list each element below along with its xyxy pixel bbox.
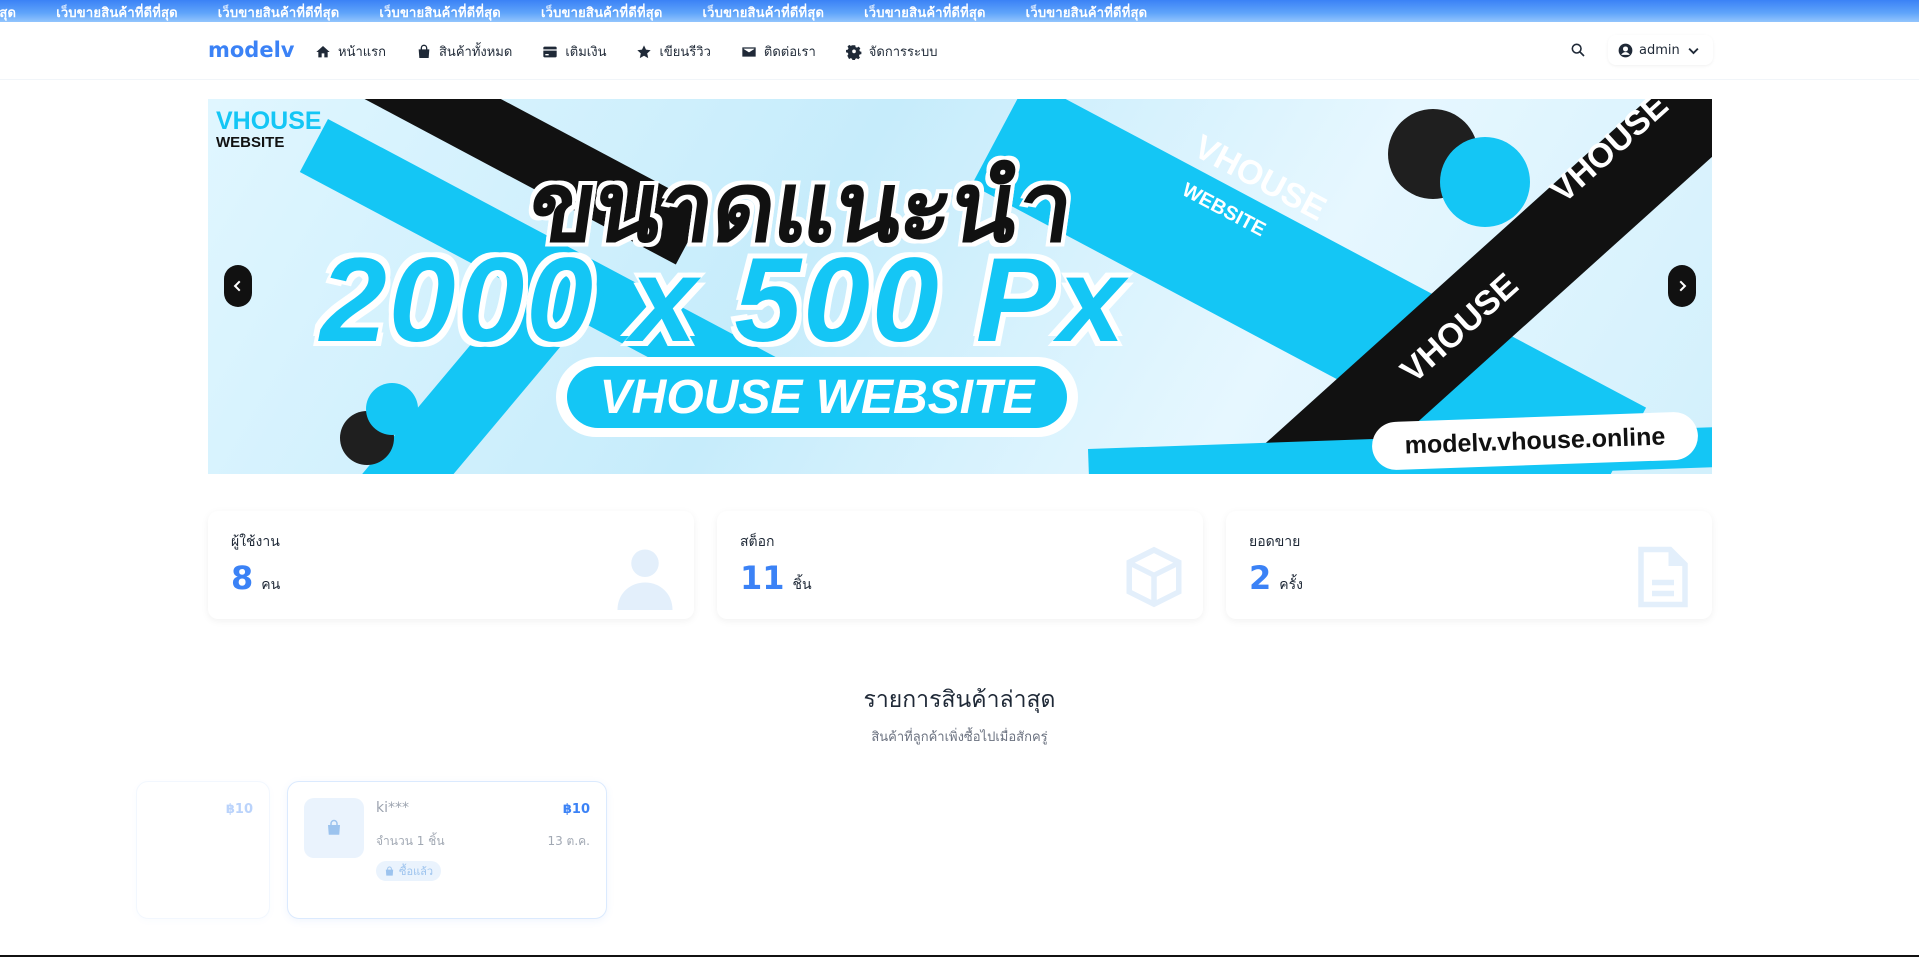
product-buyer: ki*** [376, 800, 409, 816]
banner-logo-line2: WEBSITE [216, 134, 285, 151]
bag-icon [418, 44, 430, 58]
nav-label: สินค้าทั้งหมด [439, 45, 513, 60]
recent-product-card[interactable]: ฿10 [136, 781, 270, 919]
credit-card-icon [543, 46, 557, 57]
carousel-prev-button[interactable] [224, 265, 252, 307]
stat-value: 11 [740, 559, 785, 597]
home-icon [316, 45, 330, 57]
product-price: ฿10 [225, 802, 253, 817]
banner-logo: VHOUSE WEBSITE [216, 107, 322, 152]
nav-label: จัดการระบบ [868, 45, 938, 60]
carousel-next-button[interactable] [1668, 265, 1696, 307]
marquee-item: เว็บขายสินค้าที่ดีที่สุด [540, 6, 663, 21]
stat-value: 2 [1249, 559, 1272, 597]
marquee-item: เว็บขายสินค้าที่ดีที่สุด [864, 6, 986, 21]
brand-logo[interactable]: modelv [208, 38, 294, 62]
nav-item-products[interactable]: สินค้าทั้งหมด [416, 41, 512, 62]
marquee-item: เว็บขายสินค้าที่ดีที่สุด [56, 6, 178, 21]
marquee-item: เว็บขายสินค้าที่ดีที่สุด [1025, 6, 1148, 21]
star-icon [637, 44, 652, 58]
chevron-right-icon [1679, 280, 1687, 292]
status-badge-label: ซื้อแล้ว [399, 865, 434, 878]
banner-pill-text: VHOUSE WEBSITE [567, 366, 1067, 428]
bag-icon [328, 819, 340, 835]
nav-item-contact[interactable]: ติดต่อเรา [741, 41, 816, 62]
decor-circle [1440, 137, 1530, 227]
nav-item-topup[interactable]: เติมเงิน [542, 41, 606, 62]
user-circle-icon [1618, 43, 1633, 57]
stat-label: ผู้ใช้งาน [231, 534, 280, 550]
bag-icon [385, 865, 394, 876]
marquee-item: เว็บขายสินค้าที่ดีที่สุด [702, 6, 825, 21]
stat-value: 8 [231, 559, 254, 597]
product-price: ฿10 [562, 802, 590, 817]
section-subtitle: สินค้าที่ลูกค้าเพิ่งซื้อไปเมื่อสักครู่ [871, 730, 1048, 745]
decor-circle [366, 383, 418, 435]
main-nav: หน้าแรก สินค้าทั้งหมด เติมเงิน เขียนรีวิ… [315, 41, 937, 62]
stats-row: ผู้ใช้งาน 8 คน สต็อก 11 ชิ้น ยอดขาย 2 คร… [208, 511, 1712, 619]
hero-banner[interactable]: VHOUSE WEBSITE VHOUSE VHOUSE VHOUSE WEBS… [208, 99, 1712, 474]
announcement-marquee: ดีที่สุด เว็บขายสินค้าที่ดีที่สุด เว็บขา… [0, 0, 1919, 22]
nav-item-home[interactable]: หน้าแรก [315, 41, 386, 62]
nav-label: เติมเงิน [565, 45, 607, 60]
stat-label: ยอดขาย [1249, 534, 1301, 550]
search-button[interactable] [1561, 35, 1595, 65]
receipt-icon [1630, 544, 1696, 610]
product-thumbnail [304, 798, 364, 858]
stat-unit: คน [261, 577, 281, 593]
product-date: 13 ต.ค. [547, 834, 590, 848]
banner-pill: VHOUSE WEBSITE [556, 357, 1078, 437]
navbar: modelv หน้าแรก สินค้าทั้งหมด เติมเงิน เข… [0, 22, 1919, 80]
box-icon [1121, 544, 1187, 610]
marquee-item: ดีที่สุด [0, 6, 17, 21]
recent-product-card[interactable]: ki*** ฿10 จำนวน 1 ชิ้น 13 ต.ค. ซื้อแล้ว [287, 781, 607, 919]
marquee-item: เว็บขายสินค้าที่ดีที่สุด [217, 6, 340, 21]
banner-logo-line1: VHOUSE [216, 107, 322, 135]
nav-label: ติดต่อเรา [763, 45, 816, 60]
stat-label: สต็อก [740, 534, 775, 550]
stat-card-sales: ยอดขาย 2 ครั้ง [1226, 511, 1712, 619]
nav-item-review[interactable]: เขียนรีวิว [636, 41, 711, 62]
chevron-down-icon [1688, 47, 1699, 54]
envelope-icon [742, 46, 756, 57]
marquee-item: เว็บขายสินค้าที่ดีที่สุด [379, 6, 501, 21]
user-icon [612, 544, 678, 610]
user-menu-button[interactable]: admin [1608, 35, 1713, 65]
chevron-left-icon [233, 280, 241, 292]
stat-unit: ครั้ง [1279, 577, 1303, 593]
product-quantity: จำนวน 1 ชิ้น [376, 834, 445, 848]
stat-card-users: ผู้ใช้งาน 8 คน [208, 511, 694, 619]
banner-size-text: 2000 x 500 Px [320, 233, 1127, 367]
nav-label: หน้าแรก [338, 45, 386, 60]
nav-item-admin[interactable]: จัดการระบบ [845, 41, 938, 62]
gear-icon [845, 44, 862, 60]
status-badge: ซื้อแล้ว [376, 861, 442, 881]
stat-unit: ชิ้น [792, 577, 812, 593]
user-name: admin [1639, 42, 1680, 58]
section-title: รายการสินค้าล่าสุด [863, 687, 1056, 713]
search-icon [1571, 43, 1585, 57]
nav-label: เขียนรีวิว [659, 45, 711, 60]
stat-card-stock: สต็อก 11 ชิ้น [717, 511, 1203, 619]
